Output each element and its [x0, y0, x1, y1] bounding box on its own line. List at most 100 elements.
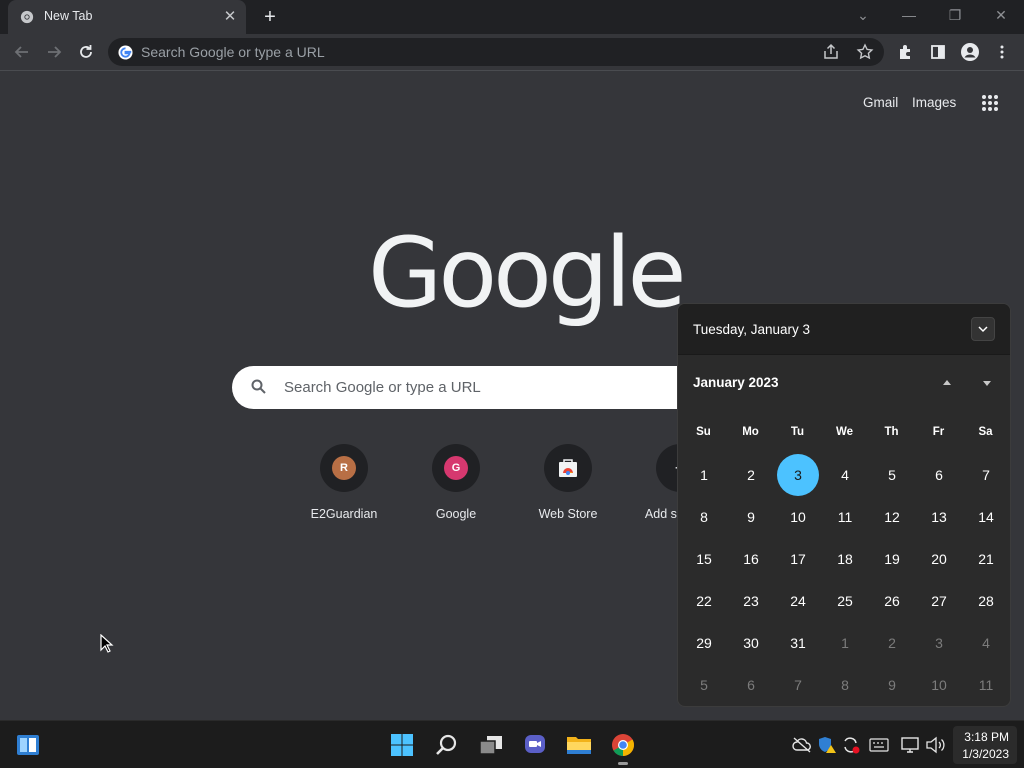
share-icon[interactable] [822, 43, 840, 61]
calendar-day[interactable]: 4 [965, 622, 1007, 664]
clock-time: 3:18 PM [964, 730, 1009, 744]
side-panel-icon[interactable] [926, 40, 950, 64]
calendar-day[interactable]: 30 [730, 622, 772, 664]
chrome-icon[interactable] [608, 730, 638, 760]
minimize-button[interactable]: — [886, 0, 932, 32]
calendar-day[interactable]: 18 [824, 538, 866, 580]
start-icon[interactable] [387, 730, 417, 760]
weekday-tu: Tu [790, 426, 805, 438]
google-g-icon [118, 45, 133, 60]
extensions-icon[interactable] [894, 40, 918, 64]
previous-month-button[interactable] [938, 374, 956, 392]
calendar-day[interactable]: 28 [965, 580, 1007, 622]
shortcut-circle [544, 444, 592, 492]
calendar-day[interactable]: 24 [777, 580, 819, 622]
taskbar-clock[interactable]: 3:18 PM 1/3/2023 [953, 726, 1017, 764]
calendar-day[interactable]: 11 [965, 664, 1007, 706]
calendar-day[interactable]: 12 [871, 496, 913, 538]
restore-button[interactable]: ❐ [932, 0, 978, 32]
network-icon[interactable] [900, 735, 920, 755]
calendar-day[interactable]: 14 [965, 496, 1007, 538]
calendar-day[interactable]: 29 [683, 622, 725, 664]
profile-icon[interactable] [958, 40, 982, 64]
calendar-day[interactable]: 1 [824, 622, 866, 664]
keyboard-icon[interactable] [869, 735, 889, 755]
calendar-day[interactable]: 9 [871, 664, 913, 706]
calendar-day[interactable]: 25 [824, 580, 866, 622]
reload-icon[interactable] [74, 40, 98, 64]
calendar-day[interactable]: 21 [965, 538, 1007, 580]
chrome-favicon-icon [20, 10, 34, 24]
calendar-day[interactable]: 17 [777, 538, 819, 580]
new-tab-button[interactable]: + [258, 5, 282, 29]
search-icon[interactable] [432, 730, 462, 760]
calendar-day[interactable]: 4 [824, 454, 866, 496]
calendar-day[interactable]: 20 [918, 538, 960, 580]
calendar-day[interactable]: 23 [730, 580, 772, 622]
calendar-day[interactable]: 31 [777, 622, 819, 664]
calendar-collapse-button[interactable] [971, 317, 995, 341]
calendar-header: Tuesday, January 3 [678, 304, 1010, 355]
volume-icon[interactable] [925, 735, 945, 755]
widgets-icon[interactable] [13, 730, 43, 760]
clock-date: 1/3/2023 [962, 747, 1009, 761]
calendar-day[interactable]: 6 [730, 664, 772, 706]
shortcut-label: Web Store [538, 507, 598, 521]
shortcut-web-store[interactable]: Web Store [512, 444, 624, 534]
apps-grid-icon[interactable] [980, 93, 1000, 113]
calendar-day[interactable]: 9 [730, 496, 772, 538]
bookmark-star-icon[interactable] [856, 43, 874, 61]
calendar-day[interactable]: 27 [918, 580, 960, 622]
calendar-day[interactable]: 10 [777, 496, 819, 538]
calendar-day[interactable]: 26 [871, 580, 913, 622]
google-logo: Google [368, 217, 687, 329]
calendar-day[interactable]: 10 [918, 664, 960, 706]
calendar-day[interactable]: 3 [918, 622, 960, 664]
menu-kebab-icon[interactable] [990, 40, 1014, 64]
onedrive-offline-icon[interactable] [792, 735, 812, 755]
tab-close-icon[interactable]: ✕ [222, 9, 238, 25]
security-warning-icon[interactable] [817, 735, 837, 755]
calendar-day-today[interactable]: 3 [777, 454, 819, 496]
chat-icon[interactable] [520, 730, 550, 760]
calendar-day[interactable]: 22 [683, 580, 725, 622]
calendar-day[interactable]: 2 [871, 622, 913, 664]
images-link[interactable]: Images [912, 95, 956, 110]
close-window-button[interactable]: ✕ [978, 0, 1024, 32]
calendar-day[interactable]: 5 [871, 454, 913, 496]
calendar-day[interactable]: 19 [871, 538, 913, 580]
shortcut-label: E2Guardian [310, 507, 378, 521]
calendar-day[interactable]: 5 [683, 664, 725, 706]
calendar-day[interactable]: 6 [918, 454, 960, 496]
tab-search-chevron-icon[interactable]: ⌄ [840, 0, 886, 32]
forward-icon[interactable] [42, 40, 66, 64]
shortcut-circle: R [320, 444, 368, 492]
omnibox[interactable]: Search Google or type a URL [108, 38, 884, 66]
caret-up-icon [943, 380, 951, 385]
weekday-we: We [835, 426, 854, 438]
weekday-fr: Fr [932, 426, 945, 438]
shortcut-google[interactable]: G Google [400, 444, 512, 534]
gmail-link[interactable]: Gmail [863, 95, 898, 110]
calendar-day[interactable]: 2 [730, 454, 772, 496]
calendar-day[interactable]: 8 [824, 664, 866, 706]
shortcut-letter-icon: R [332, 456, 356, 480]
calendar-month-label[interactable]: January 2023 [693, 375, 779, 390]
calendar-day[interactable]: 7 [965, 454, 1007, 496]
calendar-day[interactable]: 13 [918, 496, 960, 538]
search-icon [250, 378, 268, 396]
shortcut-e2guardian[interactable]: R E2Guardian [288, 444, 400, 534]
back-icon[interactable] [10, 40, 34, 64]
task-view-icon[interactable] [476, 730, 506, 760]
tab-new-tab[interactable]: New Tab ✕ [8, 0, 246, 34]
sync-error-icon[interactable] [841, 735, 861, 755]
calendar-day[interactable]: 11 [824, 496, 866, 538]
calendar-day[interactable]: 1 [683, 454, 725, 496]
next-month-button[interactable] [978, 374, 996, 392]
calendar-day[interactable]: 16 [730, 538, 772, 580]
file-explorer-icon[interactable] [564, 730, 594, 760]
calendar-day[interactable]: 7 [777, 664, 819, 706]
title-bar: New Tab ✕ + ⌄ — ❐ ✕ [0, 0, 1024, 34]
calendar-day[interactable]: 15 [683, 538, 725, 580]
calendar-day[interactable]: 8 [683, 496, 725, 538]
